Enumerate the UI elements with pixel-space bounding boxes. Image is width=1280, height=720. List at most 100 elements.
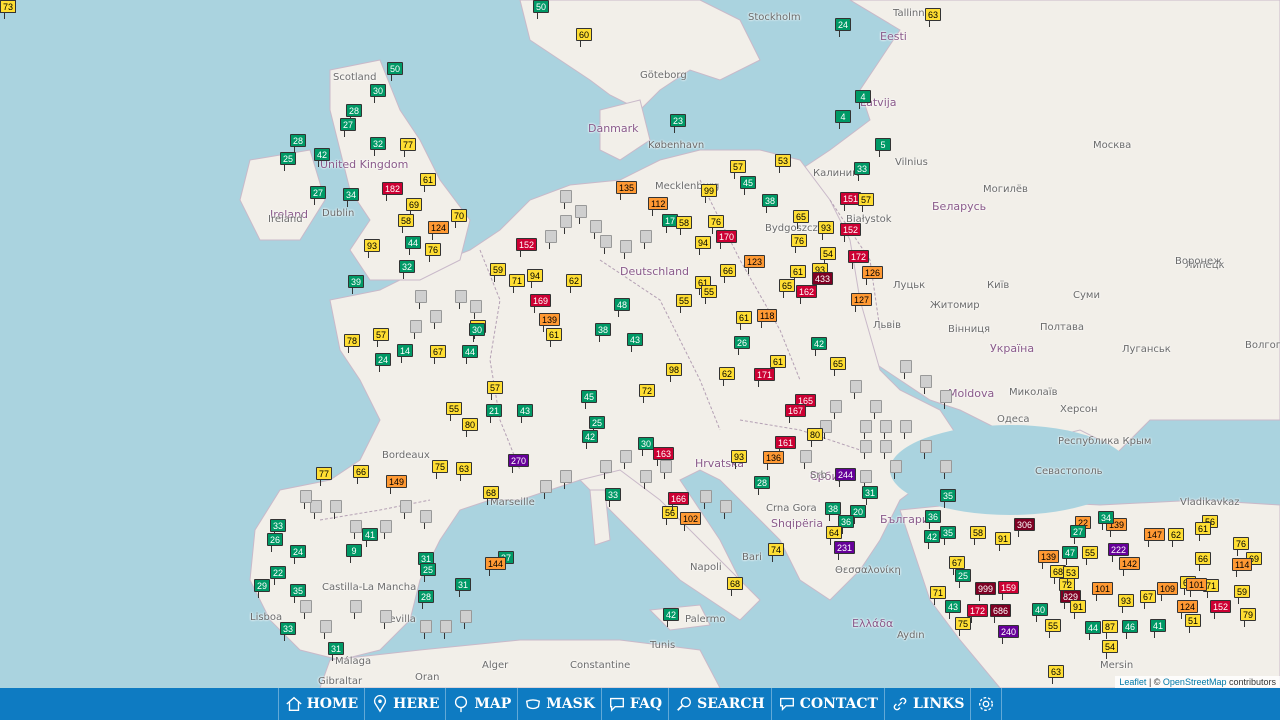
- aqi-marker[interactable]: 56: [662, 506, 679, 525]
- station-no-data-marker[interactable]: 0: [920, 375, 932, 394]
- aqi-marker[interactable]: 45: [740, 176, 757, 195]
- aqi-marker[interactable]: 63: [456, 462, 473, 481]
- aqi-marker[interactable]: 244: [835, 468, 857, 487]
- aqi-marker[interactable]: 306: [1014, 518, 1036, 537]
- station-no-data-marker[interactable]: 0: [620, 450, 632, 469]
- aqi-marker[interactable]: 43: [517, 404, 534, 423]
- aqi-marker[interactable]: 152: [1210, 600, 1232, 619]
- aqi-marker[interactable]: 26: [734, 336, 751, 355]
- station-no-data-marker[interactable]: 0: [940, 460, 952, 479]
- aqi-marker[interactable]: 162: [796, 285, 818, 304]
- station-no-data-marker[interactable]: 0: [560, 215, 572, 234]
- aqi-marker[interactable]: 9: [346, 544, 362, 563]
- aqi-marker[interactable]: 30: [638, 437, 655, 456]
- aqi-marker[interactable]: 14: [397, 344, 414, 363]
- aqi-marker[interactable]: 39: [348, 275, 365, 294]
- aqi-marker[interactable]: 34: [1098, 511, 1115, 530]
- aqi-marker[interactable]: 42: [314, 148, 331, 167]
- aqi-marker[interactable]: 102: [680, 512, 702, 531]
- aqi-marker[interactable]: 152: [840, 223, 862, 242]
- aqi-marker[interactable]: 33: [280, 622, 297, 641]
- aqi-marker[interactable]: 74: [768, 543, 785, 562]
- station-no-data-marker[interactable]: 0: [850, 380, 862, 399]
- aqi-marker[interactable]: 24: [835, 18, 852, 37]
- aqi-marker[interactable]: 67: [430, 345, 447, 364]
- aqi-marker[interactable]: 21: [486, 404, 503, 423]
- aqi-marker[interactable]: 25: [589, 416, 606, 435]
- aqi-marker[interactable]: 28: [346, 104, 363, 123]
- aqi-marker[interactable]: 67: [1140, 590, 1157, 609]
- station-no-data-marker[interactable]: 0: [900, 360, 912, 379]
- aqi-marker[interactable]: 55: [1082, 546, 1099, 565]
- aqi-marker[interactable]: 127: [851, 293, 873, 312]
- nav-settings-button[interactable]: [970, 688, 1003, 720]
- aqi-marker[interactable]: 80: [462, 418, 479, 437]
- aqi-marker[interactable]: 38: [762, 194, 779, 213]
- aqi-marker[interactable]: 124: [1177, 600, 1199, 619]
- aqi-marker[interactable]: 76: [425, 243, 442, 262]
- aqi-marker[interactable]: 240: [998, 625, 1020, 644]
- aqi-marker[interactable]: 144: [485, 557, 507, 576]
- aqi-marker[interactable]: 58: [970, 526, 987, 545]
- aqi-marker[interactable]: 43: [945, 600, 962, 619]
- leaflet-link[interactable]: Leaflet: [1119, 677, 1146, 687]
- station-no-data-marker[interactable]: 0: [870, 400, 882, 419]
- aqi-marker[interactable]: 93: [818, 221, 835, 240]
- aqi-marker[interactable]: 68: [727, 577, 744, 596]
- aqi-marker[interactable]: 231: [834, 541, 856, 560]
- aqi-marker[interactable]: 80: [807, 428, 824, 447]
- aqi-marker[interactable]: 40: [1032, 603, 1049, 622]
- aqi-marker[interactable]: 53: [1063, 566, 1080, 585]
- aqi-marker[interactable]: 55: [1045, 619, 1062, 638]
- station-no-data-marker[interactable]: 0: [700, 490, 712, 509]
- aqi-marker[interactable]: 112: [648, 197, 669, 216]
- aqi-marker[interactable]: 48: [614, 298, 631, 317]
- aqi-marker[interactable]: 73: [0, 0, 17, 19]
- aqi-marker[interactable]: 63: [1048, 665, 1065, 684]
- aqi-marker[interactable]: 72: [639, 384, 656, 403]
- aqi-marker[interactable]: 55: [446, 402, 463, 421]
- aqi-marker[interactable]: 159: [998, 581, 1020, 600]
- aqi-marker[interactable]: 77: [316, 467, 333, 486]
- aqi-marker[interactable]: 33: [854, 162, 871, 181]
- aqi-marker[interactable]: 76: [708, 215, 725, 234]
- aqi-marker[interactable]: 32: [370, 137, 387, 156]
- aqi-marker[interactable]: 62: [566, 274, 583, 293]
- aqi-marker[interactable]: 44: [1085, 621, 1102, 640]
- aqi-marker[interactable]: 26: [267, 533, 284, 552]
- aqi-marker[interactable]: 118: [757, 309, 778, 328]
- aqi-marker[interactable]: 172: [967, 604, 989, 623]
- station-no-data-marker[interactable]: 0: [830, 400, 842, 419]
- aqi-marker[interactable]: 94: [527, 269, 544, 288]
- aqi-marker[interactable]: 91: [995, 532, 1012, 551]
- aqi-marker[interactable]: 76: [1233, 537, 1250, 556]
- station-no-data-marker[interactable]: 0: [620, 240, 632, 259]
- aqi-marker[interactable]: 139: [539, 313, 561, 332]
- aqi-marker[interactable]: 23: [670, 114, 687, 133]
- nav-map-button[interactable]: MAP: [445, 688, 517, 720]
- aqi-marker[interactable]: 4: [855, 90, 871, 109]
- aqi-marker[interactable]: 44: [405, 236, 422, 255]
- aqi-marker[interactable]: 126: [862, 266, 884, 285]
- nav-mask-button[interactable]: MASK: [517, 688, 601, 720]
- aqi-marker[interactable]: 24: [375, 353, 392, 372]
- aqi-marker[interactable]: 62: [719, 367, 736, 386]
- aqi-marker[interactable]: 70: [451, 209, 468, 228]
- station-no-data-marker[interactable]: 0: [460, 610, 472, 629]
- nav-here-button[interactable]: HERE: [364, 688, 445, 720]
- aqi-marker[interactable]: 50: [387, 62, 404, 81]
- aqi-marker[interactable]: 101: [1092, 582, 1114, 601]
- station-no-data-marker[interactable]: 0: [415, 290, 427, 309]
- aqi-marker[interactable]: 5: [875, 138, 891, 157]
- aqi-marker[interactable]: 41: [1150, 619, 1167, 638]
- aqi-marker[interactable]: 999: [975, 582, 997, 601]
- aqi-marker[interactable]: 22: [270, 566, 287, 585]
- aqi-marker[interactable]: 75: [955, 617, 972, 636]
- aqi-marker[interactable]: 94: [695, 236, 712, 255]
- aqi-marker[interactable]: 76: [791, 234, 808, 253]
- aqi-marker[interactable]: 65: [793, 210, 810, 229]
- aqi-marker[interactable]: 57: [858, 193, 875, 212]
- openstreetmap-link[interactable]: OpenStreetMap: [1163, 677, 1227, 687]
- aqi-marker[interactable]: 55: [701, 285, 718, 304]
- station-no-data-marker[interactable]: 0: [330, 500, 342, 519]
